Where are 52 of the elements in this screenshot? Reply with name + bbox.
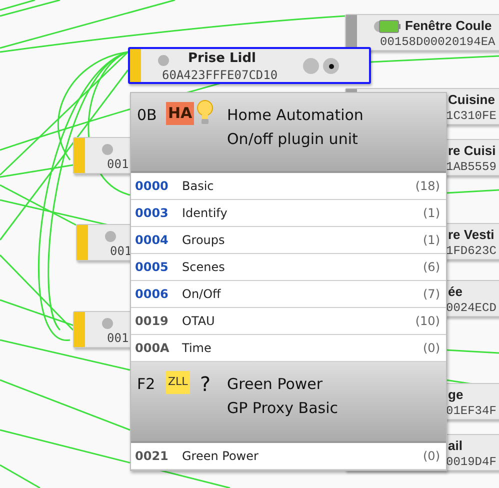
cluster-name: Green Power: [182, 448, 260, 465]
node-title: ge: [448, 386, 464, 404]
cluster-name: Basic: [182, 178, 215, 195]
cluster-count: (0): [423, 340, 441, 357]
node-address: 1AB5559: [446, 159, 496, 176]
cluster-name: Identify: [182, 205, 228, 222]
node-title: re Vesti: [448, 226, 494, 244]
cluster-id: 0021: [134, 448, 170, 465]
cluster-id: 0006: [134, 286, 170, 303]
cluster-count: (1): [423, 205, 441, 222]
cluster-id: 0000: [134, 178, 170, 195]
cluster-id: 0019: [134, 313, 170, 330]
node-address: 60A423FFFE07CD10: [162, 67, 278, 84]
cluster-count: (7): [423, 286, 441, 303]
endpoint-number: 0B: [137, 105, 157, 126]
cluster-name: Time: [182, 340, 212, 357]
cluster-id: 0005: [134, 259, 170, 276]
unknown-device-mark: ?: [200, 372, 211, 396]
cluster-name: OTAU: [182, 313, 216, 330]
device-type: On/off plugin unit: [227, 129, 358, 150]
node-address: 001: [107, 330, 129, 347]
node-address: 00158D00020194EA: [380, 34, 496, 51]
cluster-name: On/Off: [182, 286, 222, 303]
cluster-id: 0004: [134, 232, 170, 249]
node-title: Cuisine: [448, 91, 495, 109]
profile-badge: HA: [166, 102, 194, 125]
cluster-count: (6): [423, 259, 441, 276]
cluster-count: (1): [423, 232, 441, 249]
cluster-name: Groups: [182, 232, 226, 249]
cluster-name: Scenes: [182, 259, 226, 276]
node-address: 001: [110, 243, 132, 260]
cluster-id: 0003: [134, 205, 170, 222]
node-title: ail: [448, 437, 462, 455]
node-address: 0019D4F: [446, 454, 496, 471]
profile-badge: ZLL: [166, 371, 190, 394]
endpoint-number: F2: [137, 374, 156, 395]
cluster-id: 000A: [134, 340, 170, 357]
profile-name: Green Power: [227, 374, 323, 395]
node-address: 001: [107, 156, 129, 173]
profile-name: Home Automation: [227, 105, 364, 126]
cluster-count: (18): [415, 178, 441, 195]
node-address: 0024ECD: [446, 300, 496, 317]
node-address: 01EF34F: [446, 403, 496, 420]
device-type: GP Proxy Basic: [227, 398, 338, 419]
node-title: Fenêtre Coule: [405, 17, 492, 35]
node-title: re Cuisi: [448, 142, 496, 160]
node-address: 1FD623C: [446, 243, 496, 260]
node-address: 1C310FE: [446, 108, 496, 125]
node-title: Prise Lidl: [188, 50, 256, 68]
cluster-count: (10): [415, 313, 441, 330]
node-title: ée: [448, 283, 462, 301]
cluster-count: (0): [423, 448, 441, 465]
